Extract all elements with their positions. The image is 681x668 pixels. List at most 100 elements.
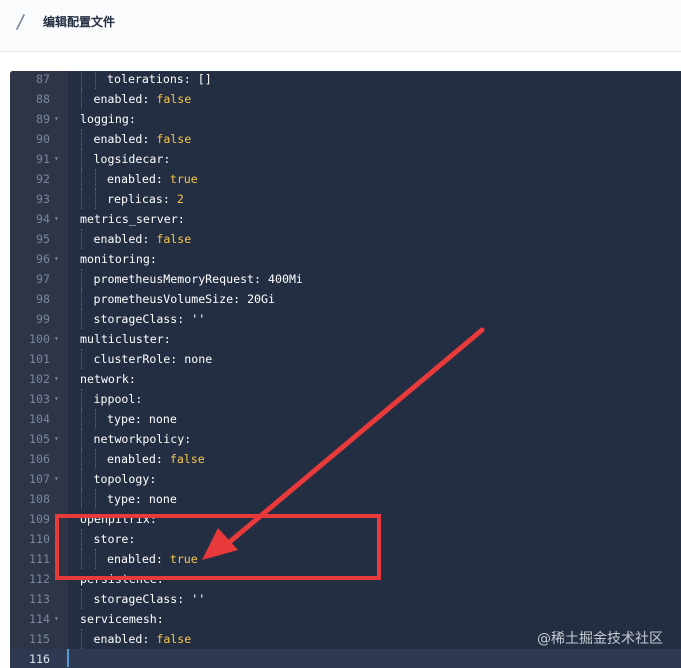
line-number: 116 — [29, 652, 50, 666]
line-number: 112 — [29, 572, 50, 586]
yaml-separator: : — [134, 412, 149, 426]
text-cursor — [67, 649, 69, 667]
fold-toggle-icon[interactable]: ▾ — [54, 369, 59, 389]
code-line[interactable]: 89 ▾ logging: — [10, 109, 681, 129]
code-text: tolerations: [] — [107, 71, 212, 89]
code-text: enabled: false — [94, 229, 192, 249]
code-line[interactable]: 102 ▾ network: — [10, 369, 681, 389]
code-line[interactable]: 90 enabled: false — [10, 129, 681, 149]
yaml-key: enabled — [93, 92, 143, 106]
fold-toggle-icon[interactable]: ▾ — [54, 329, 59, 349]
code-text: monitoring: — [80, 249, 157, 269]
indent-guide — [81, 269, 82, 289]
line-number: 110 — [29, 532, 50, 546]
code-text: multicluster: — [80, 329, 171, 349]
yaml-value: '' — [191, 312, 206, 326]
code-line[interactable]: 94 ▾ metrics_server: — [10, 209, 681, 229]
code-line[interactable]: 100 ▾ multicluster: — [10, 329, 681, 349]
yaml-separator: : — [254, 272, 269, 286]
highlight-box — [55, 514, 381, 580]
yaml-value: false — [169, 452, 205, 466]
line-number: 94 — [36, 212, 50, 226]
yaml-value: none — [148, 412, 177, 426]
yaml-separator: : — [134, 492, 149, 506]
fold-toggle-icon[interactable]: ▾ — [54, 389, 59, 409]
code-text: topology: — [94, 469, 157, 489]
editor-header: 编辑配置文件 — [0, 0, 681, 52]
line-number: 104 — [29, 412, 50, 426]
fold-toggle-icon[interactable]: ▾ — [54, 469, 59, 489]
yaml-key: ippool — [93, 392, 136, 406]
line-number: 108 — [29, 492, 50, 506]
yaml-separator: : — [156, 612, 164, 626]
code-line[interactable]: 98 prometheusVolumeSize: 20Gi — [10, 289, 681, 309]
code-line[interactable]: 113 storageClass: '' — [10, 589, 681, 609]
line-number: 109 — [29, 512, 50, 526]
code-line[interactable]: 106 enabled: false — [10, 449, 681, 469]
code-line[interactable]: 96 ▾ monitoring: — [10, 249, 681, 269]
code-text: type: none — [107, 409, 177, 429]
code-text: enabled: false — [94, 89, 192, 109]
fold-toggle-icon[interactable]: ▾ — [54, 109, 59, 129]
code-line[interactable]: 88 enabled: false — [10, 89, 681, 109]
indent-guide — [94, 71, 96, 89]
line-number: 114 — [29, 612, 50, 626]
code-line[interactable]: 87 tolerations: [] — [10, 71, 681, 89]
code-line[interactable]: 101 clusterRole: none — [10, 349, 681, 369]
yaml-value: none — [184, 352, 213, 366]
code-line[interactable]: 93 replicas: 2 — [10, 189, 681, 209]
code-text: storageClass: '' — [94, 309, 206, 329]
code-text: storageClass: '' — [94, 589, 206, 609]
code-line[interactable]: 116 — [10, 649, 681, 668]
yaml-key: type — [107, 492, 135, 506]
yaml-value: none — [148, 492, 177, 506]
yaml-key: storageClass — [93, 592, 178, 606]
yaml-separator: : — [142, 92, 157, 106]
fold-toggle-icon[interactable]: ▾ — [54, 609, 59, 629]
fold-toggle-icon[interactable]: ▾ — [54, 429, 59, 449]
fold-toggle-icon[interactable]: ▾ — [54, 249, 59, 269]
yaml-separator: : — [142, 132, 157, 146]
line-number: 107 — [29, 472, 50, 486]
code-line[interactable]: 108 type: none — [10, 489, 681, 509]
yaml-separator: : — [177, 592, 192, 606]
yaml-value: 400Mi — [268, 272, 303, 286]
yaml-value: false — [156, 92, 192, 106]
fold-toggle-icon[interactable]: ▾ — [54, 209, 59, 229]
indent-guide — [81, 309, 82, 329]
code-line[interactable]: 97 prometheusMemoryRequest: 400Mi — [10, 269, 681, 289]
indent-guide — [81, 389, 82, 409]
line-number: 101 — [29, 352, 50, 366]
code-text: logging: — [80, 109, 136, 129]
code-text: servicemesh: — [80, 609, 164, 629]
yaml-separator: : — [128, 112, 136, 126]
yaml-separator: : — [233, 292, 248, 306]
yaml-key: logging — [80, 112, 129, 126]
yaml-separator: : — [183, 72, 198, 86]
line-number: 111 — [29, 552, 50, 566]
code-line[interactable]: 103 ▾ ippool: — [10, 389, 681, 409]
line-number: 103 — [29, 392, 50, 406]
code-line[interactable]: 92 enabled: true — [10, 169, 681, 189]
indent-guide — [81, 349, 82, 369]
code-line[interactable]: 104 type: none — [10, 409, 681, 429]
code-text: network: — [80, 369, 136, 389]
yaml-key: tolerations — [107, 72, 184, 86]
line-number: 98 — [36, 292, 50, 306]
code-line[interactable]: 99 storageClass: '' — [10, 309, 681, 329]
code-line[interactable]: 91 ▾ logsidecar: — [10, 149, 681, 169]
code-line[interactable]: 105 ▾ networkpolicy: — [10, 429, 681, 449]
code-text: replicas: 2 — [107, 189, 184, 209]
code-line[interactable]: 107 ▾ topology: — [10, 469, 681, 489]
code-line[interactable]: 95 enabled: false — [10, 229, 681, 249]
code-text: enabled: false — [94, 629, 192, 649]
yaml-separator: : — [142, 632, 157, 646]
yaml-value: false — [156, 132, 192, 146]
code-line[interactable]: 114 ▾ servicemesh: — [10, 609, 681, 629]
yaml-key: enabled — [107, 172, 156, 186]
yaml-separator: : — [177, 312, 192, 326]
code-text: networkpolicy: — [94, 429, 192, 449]
fold-toggle-icon[interactable]: ▾ — [54, 149, 59, 169]
yaml-key: enabled — [93, 232, 143, 246]
indent-guide — [81, 289, 82, 309]
